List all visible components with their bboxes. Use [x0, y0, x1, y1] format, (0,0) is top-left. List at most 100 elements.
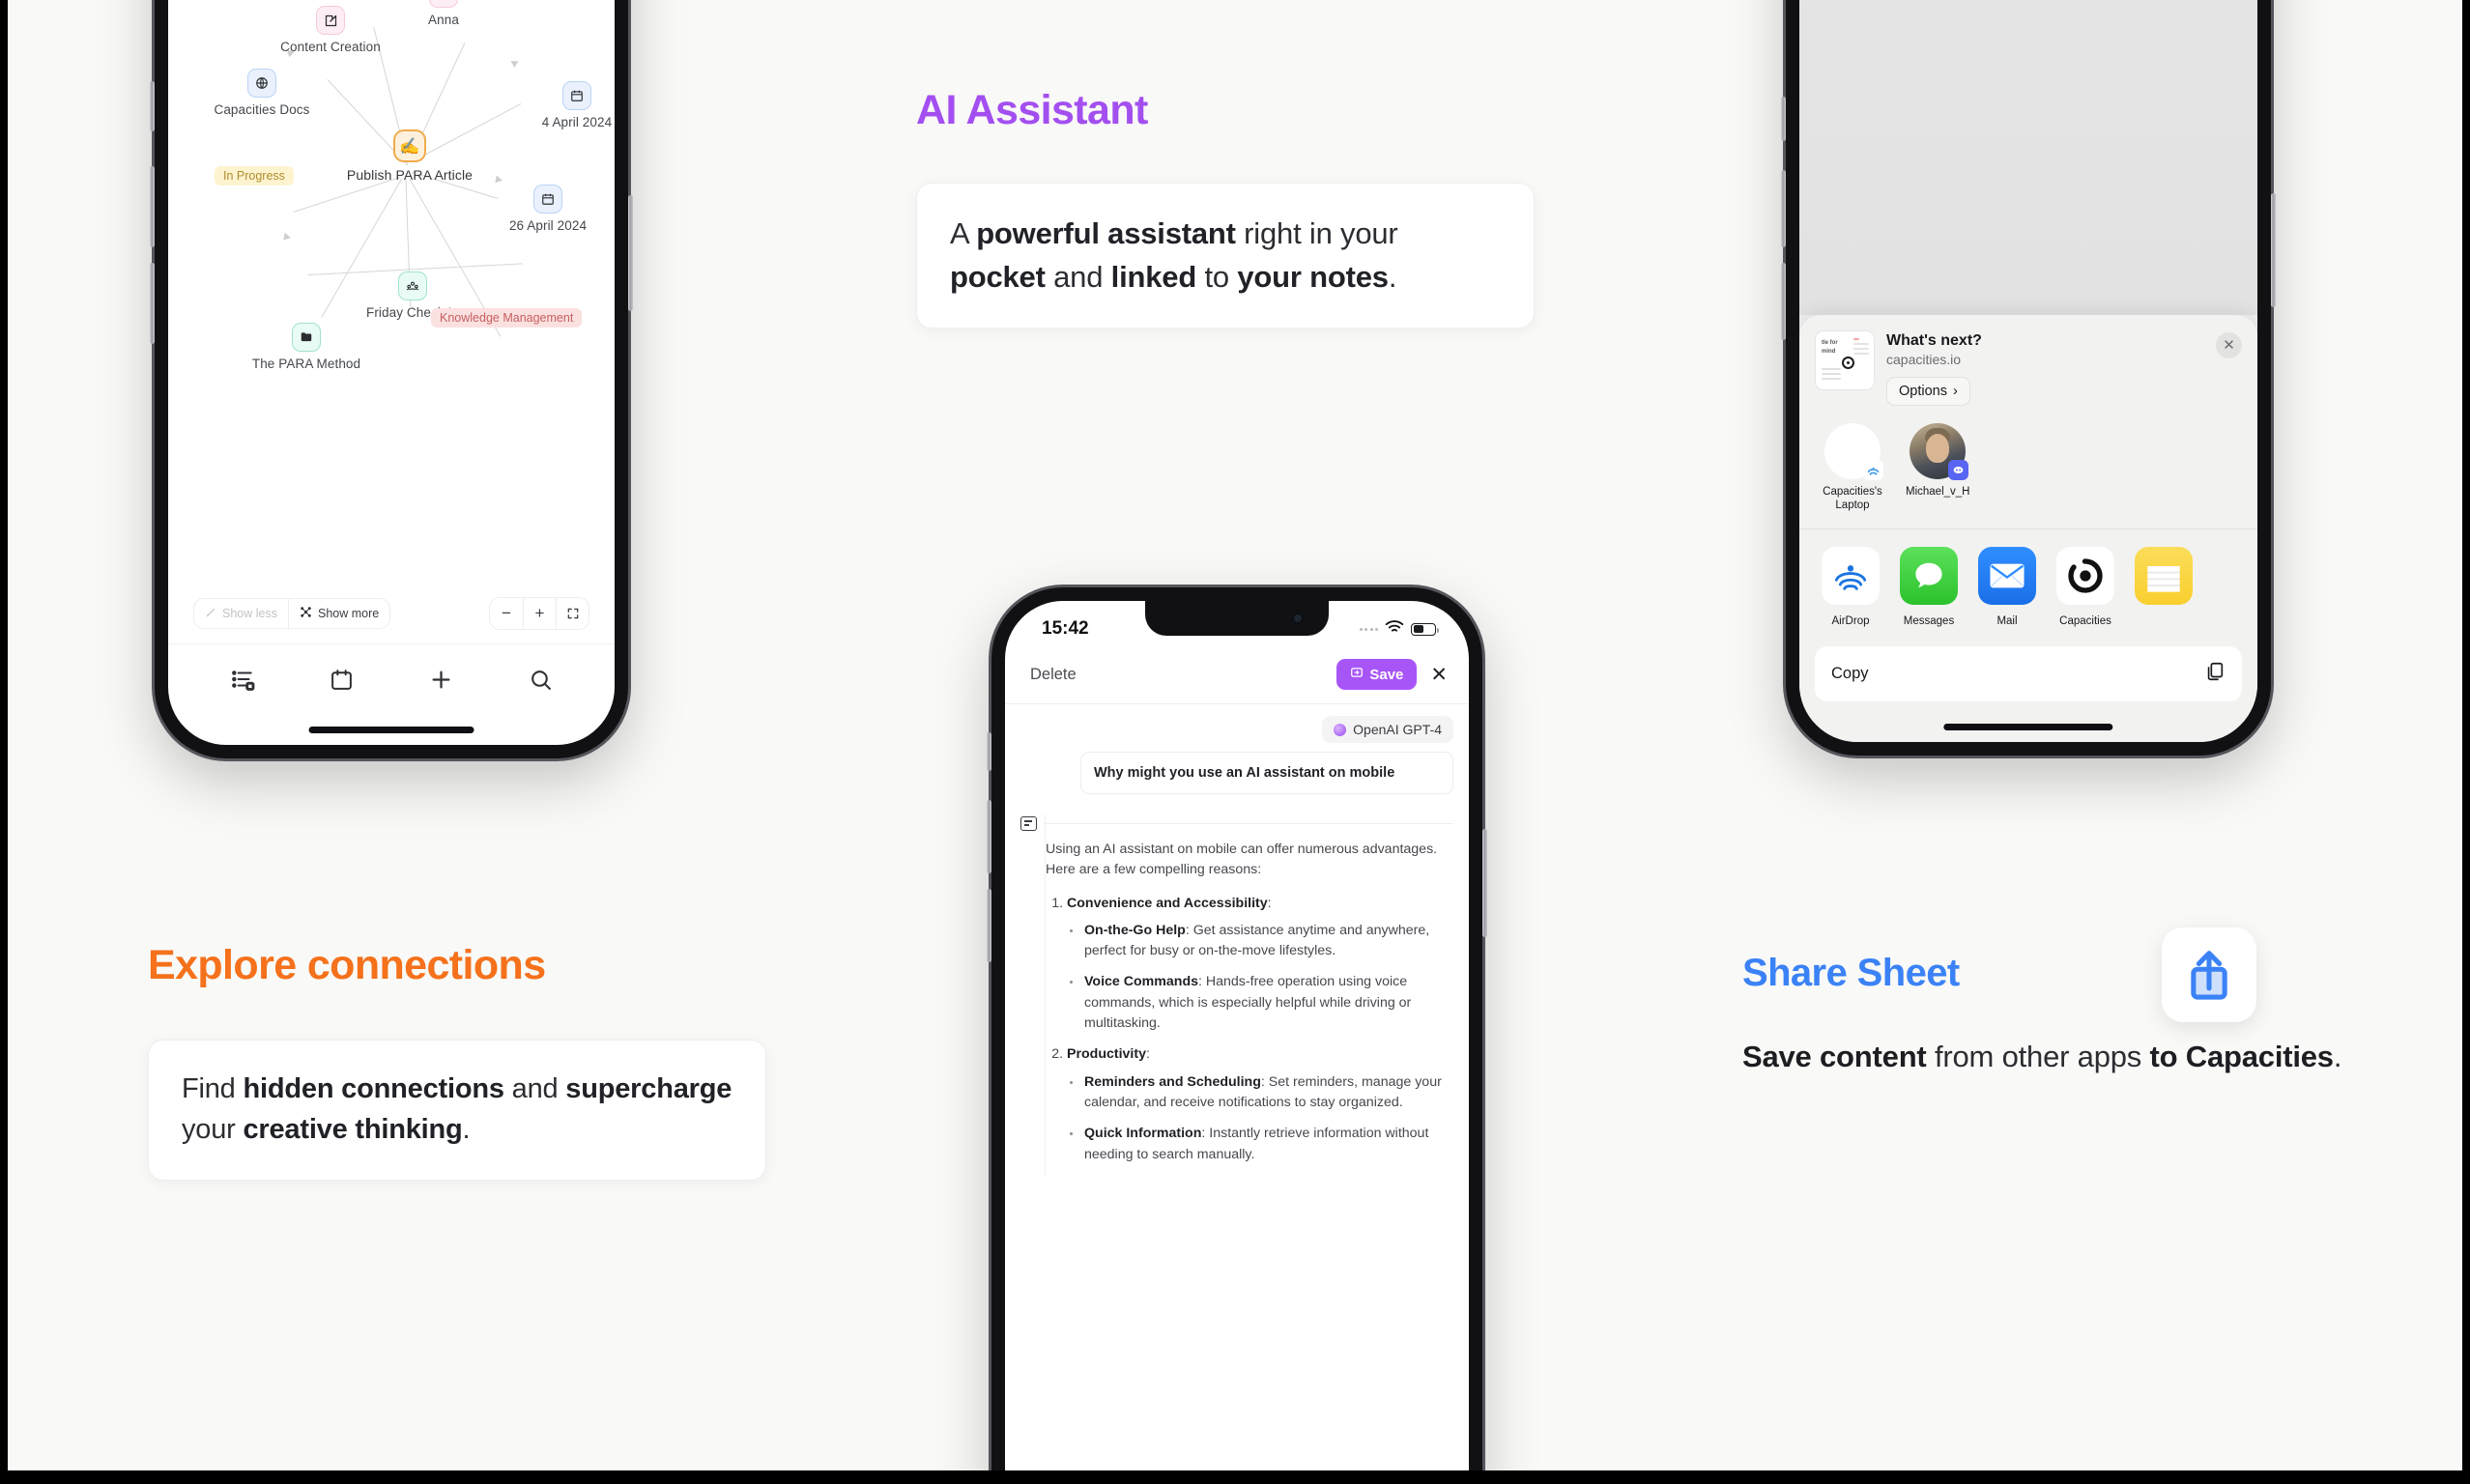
page-title-ai: AI Assistant: [916, 87, 1148, 133]
share-url: capacities.io: [1886, 351, 1962, 367]
bullet-term: Voice Commands: [1084, 974, 1198, 990]
answer-note-icon: [1020, 816, 1037, 831]
graph-center-node[interactable]: ✍ Publish PARA Article: [342, 129, 477, 183]
graph-arrow: [280, 232, 291, 243]
graph-node-label: Anna: [428, 13, 459, 27]
airdrop-target-name: Capacities's Laptop: [1823, 485, 1882, 512]
phone3-power-button: [2271, 193, 2276, 307]
phone2-mute-switch: [987, 732, 991, 771]
phone1-power-button: [628, 195, 633, 311]
avatar-face: [1926, 434, 1949, 464]
share-description-text: Save content from other apps to Capaciti…: [1742, 1040, 2342, 1073]
airdrop-icon: [1863, 459, 1883, 480]
share-app-capacities[interactable]: Capacities: [2055, 547, 2115, 629]
phone-mockup-ai-assistant: 15:42 Delete Save ✕ OpenAI GPT-4 Why mig…: [987, 587, 1487, 1470]
chevron-right-icon: ›: [1952, 383, 1958, 399]
graph-node[interactable]: Capacities Docs: [199, 69, 325, 117]
model-chip[interactable]: OpenAI GPT-4: [1322, 716, 1453, 743]
openai-logo-icon: [1334, 723, 1347, 736]
ai-assistant-block: AI Assistant A powerful assistant right …: [916, 87, 1535, 329]
status-tag-in-progress[interactable]: In Progress: [215, 166, 294, 186]
copy-label: Copy: [1831, 665, 1869, 682]
share-title: What's next?: [1886, 331, 1982, 349]
close-icon[interactable]: ✕: [2216, 331, 2242, 358]
prompt-bubble: Why might you use an AI assistant on mob…: [1080, 752, 1453, 794]
phone2-notch: [1145, 601, 1329, 636]
answer-bullet: Voice Commands: Hands-free operation usi…: [1082, 972, 1453, 1034]
writing-hand-icon: ✍: [393, 129, 426, 162]
status-tag-knowledge-management[interactable]: Knowledge Management: [431, 308, 583, 328]
answer-list-item: Convenience and Accessibility: On-the-Go…: [1067, 894, 1453, 1035]
airdrop-target-name: Michael_v_H: [1906, 485, 1970, 498]
status-time: 15:42: [1042, 618, 1089, 639]
section-heading: Productivity: [1067, 1046, 1146, 1063]
battery-icon: [1411, 622, 1439, 636]
share-app-label: Capacities: [2059, 615, 2111, 627]
share-app-notes[interactable]: [2134, 547, 2194, 629]
phone1-mute-switch: [150, 81, 155, 131]
page-title-share: Share Sheet: [1742, 952, 1960, 994]
show-less-button[interactable]: Show less: [194, 599, 288, 628]
wifi-icon: [1385, 618, 1404, 640]
phone2-power-button: [1482, 829, 1487, 937]
share-app-airdrop[interactable]: AirDrop: [1821, 547, 1881, 629]
notes-icon: [2135, 547, 2193, 605]
search-icon[interactable]: [529, 668, 553, 692]
page-title-explore: Explore connections: [148, 942, 546, 988]
globe-icon: [247, 69, 276, 98]
airdrop-target[interactable]: Capacities's Laptop: [1821, 422, 1884, 513]
zoom-in-button[interactable]: +: [523, 598, 556, 629]
share-app-mail[interactable]: Mail: [1977, 547, 2037, 629]
answer-bullet: On-the-Go Help: Get assistance anytime a…: [1082, 921, 1453, 962]
page-thumbnail: tle for mind: [1815, 329, 1875, 390]
sheet-bottom-padding: [1799, 701, 2257, 742]
bullet-term: Quick Information: [1084, 1126, 1202, 1142]
phone1-volume-up: [150, 166, 155, 247]
plus-icon[interactable]: [428, 667, 454, 693]
explore-description-card: Find hidden connections and supercharge …: [148, 1040, 766, 1181]
answer-block: Using an AI assistant on mobile can offe…: [1020, 814, 1453, 1176]
share-app-label: Messages: [1903, 615, 1955, 627]
show-more-button[interactable]: Show more: [287, 599, 389, 628]
graph-zoom-controls: − +: [489, 597, 589, 630]
colon: :: [1267, 895, 1272, 911]
graph-node[interactable]: The PARA Method: [244, 323, 369, 371]
graph-node[interactable]: Anna: [390, 0, 497, 27]
graph-node[interactable]: Content Creation: [273, 6, 388, 54]
explore-connections-block: Explore connections Find hidden connecti…: [148, 942, 766, 1181]
answer-bullet: Quick Information: Instantly retrieve in…: [1082, 1124, 1453, 1165]
phone3-volume-down: [1781, 263, 1786, 340]
graph-node-label: Content Creation: [280, 40, 381, 54]
share-app-label: AirDrop: [1831, 615, 1870, 627]
mail-icon: [1978, 547, 2036, 605]
share-sheet-block: Share Sheet Save content from other apps…: [1742, 928, 2361, 1077]
phone3-volume-up: [1781, 170, 1786, 247]
save-button[interactable]: Save: [1336, 659, 1418, 690]
share-app-messages[interactable]: Messages: [1899, 547, 1959, 629]
calendar-icon[interactable]: [330, 668, 354, 692]
delete-button[interactable]: Delete: [1030, 666, 1077, 684]
answer-list: Convenience and Accessibility: On-the-Go…: [1067, 894, 1453, 1165]
answer-bullet: Reminders and Scheduling: Set reminders,…: [1082, 1072, 1453, 1114]
graph-node-label: 4 April 2024: [541, 115, 613, 129]
graph-node[interactable]: 26 April 2024: [490, 185, 606, 233]
close-icon[interactable]: ✕: [1430, 665, 1448, 685]
copy-icon: [2204, 661, 2226, 687]
options-button[interactable]: Options ›: [1886, 376, 1970, 406]
airdrop-people-row: Capacities's Laptop Michael_v_H: [1799, 419, 2257, 529]
objects-list-icon[interactable]: [230, 667, 255, 692]
zoom-out-button[interactable]: −: [490, 598, 523, 629]
thumb-text: tle for mind: [1822, 339, 1838, 355]
graph-node[interactable]: 4 April 2024: [519, 81, 615, 129]
graph-nodes-icon: [300, 606, 312, 621]
copy-action-row[interactable]: Copy: [1815, 646, 2242, 701]
phone1-volume-down: [150, 263, 155, 344]
graph-arrow: [495, 175, 503, 185]
phone2-volume-down: [987, 889, 991, 962]
airdrop-target[interactable]: Michael_v_H: [1906, 422, 1970, 513]
thumb-lines-right: [1853, 337, 1869, 357]
editor-navbar: Delete Save ✕: [1005, 651, 1469, 703]
calendar-icon: [562, 81, 591, 110]
expand-icon[interactable]: [556, 598, 589, 629]
answer-intro: Using an AI assistant on mobile can offe…: [1046, 842, 1438, 878]
